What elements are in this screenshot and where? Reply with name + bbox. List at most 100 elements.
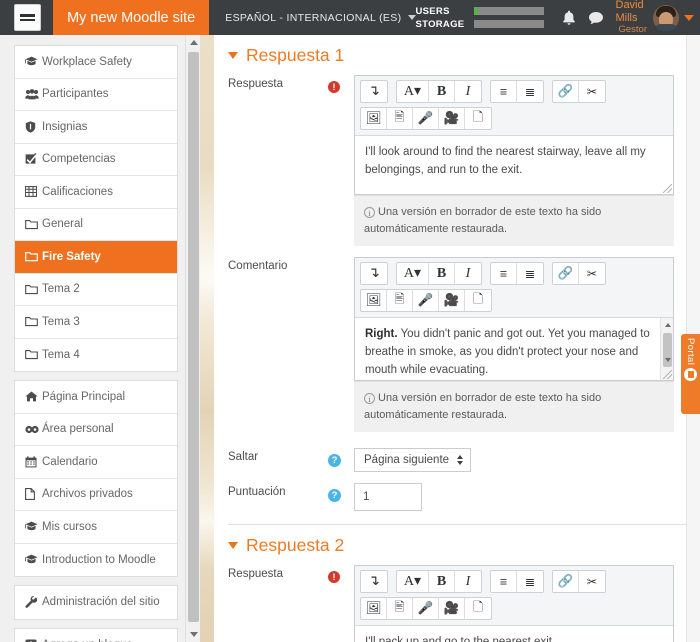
bullet-list-icon[interactable]: ≡ — [491, 81, 517, 102]
resize-handle[interactable] — [663, 184, 672, 193]
image-icon[interactable]: 🖼 — [361, 108, 387, 129]
editor-textarea[interactable]: I'll look around to find the nearest sta… — [355, 136, 673, 194]
media-file-icon[interactable]: 🖹 — [387, 290, 413, 311]
sidebar-scrollbar-thumb[interactable] — [188, 52, 199, 622]
font-style-icon[interactable]: A▾ — [397, 81, 429, 102]
chevron-down-icon[interactable] — [684, 14, 694, 21]
italic-icon[interactable]: I — [455, 263, 481, 284]
sidebar-item-insignias[interactable]: Insignias — [15, 111, 177, 144]
sidebar-item-workplace-safety[interactable]: Workplace Safety — [15, 46, 177, 79]
field-control: Página siguiente — [354, 448, 700, 472]
undo-icon[interactable]: ↴ — [361, 571, 387, 592]
sidebar-item-tema-3[interactable]: Tema 3 — [15, 306, 177, 339]
sidebar-item-general[interactable]: General — [15, 209, 177, 241]
chat-bubble-icon[interactable] — [588, 11, 604, 25]
manage-files-icon[interactable]: 🗋 — [465, 598, 491, 619]
language-selector[interactable]: ESPAÑOL - INTERNACIONAL (ES) — [225, 12, 416, 24]
image-icon[interactable]: 🖼 — [361, 598, 387, 619]
microphone-icon[interactable]: 🎤 — [413, 108, 439, 129]
resize-handle[interactable] — [663, 370, 672, 379]
score-input[interactable] — [354, 483, 422, 511]
collapse-triangle-icon[interactable] — [228, 52, 238, 59]
rich-text-editor[interactable]: ↴ A▾ B I ≡ ≣ � — [354, 75, 674, 195]
italic-icon[interactable]: I — [455, 81, 481, 102]
unlink-icon[interactable]: ✂ — [579, 571, 605, 592]
navbar-icons — [562, 10, 604, 26]
sidebar-item-fire-safety[interactable]: Fire Safety — [15, 241, 177, 274]
manage-files-icon[interactable]: 🗋 — [465, 290, 491, 311]
numbered-list-icon[interactable]: ≣ — [517, 571, 543, 592]
sidebar-item-agrega-un-bloque[interactable]: Agrega un bloque — [15, 629, 177, 642]
site-brand-link[interactable]: My new Moodle site — [53, 0, 210, 35]
unlink-icon[interactable]: ✂ — [579, 81, 605, 102]
sidebar-item-label: Participantes — [42, 88, 109, 101]
sidebar-item-mis-cursos[interactable]: Mis cursos — [15, 511, 177, 544]
toolbar-group-media: 🖼 🖹 🎤 🎥 🗋 — [360, 597, 492, 620]
undo-icon[interactable]: ↴ — [361, 263, 387, 284]
bell-icon[interactable] — [562, 10, 576, 26]
help-icon[interactable]: ? — [328, 489, 341, 502]
bold-icon[interactable]: B — [429, 81, 455, 102]
section-header-respuesta-2[interactable]: Respuesta 2 — [228, 535, 700, 556]
scroll-up-arrow-icon[interactable] — [186, 35, 201, 50]
sidebar-item-tema-4[interactable]: Tema 4 — [15, 339, 177, 372]
collapse-triangle-icon[interactable] — [228, 542, 238, 549]
sidebar-item-competencias[interactable]: Competencias — [15, 144, 177, 176]
bullet-list-icon[interactable]: ≡ — [491, 571, 517, 592]
microphone-icon[interactable]: 🎤 — [413, 598, 439, 619]
rich-text-editor[interactable]: ↴ A▾ B I ≡ ≣ � — [354, 565, 674, 642]
sidebar-item-pagina-principal[interactable]: Página Principal — [15, 381, 177, 414]
font-style-icon[interactable]: A▾ — [397, 263, 429, 284]
toolbar-group-format: A▾ B I — [396, 570, 482, 593]
scroll-up-arrow-icon[interactable] — [661, 318, 674, 331]
sidebar-item-label: Calendario — [42, 455, 98, 468]
sidebar-item-area-personal[interactable]: Área personal — [15, 414, 177, 446]
editor-textarea[interactable]: I'll pack up and go to the nearest exit. — [355, 626, 673, 642]
section-header-respuesta-1[interactable]: Respuesta 1 — [228, 45, 700, 66]
image-icon[interactable]: 🖼 — [361, 290, 387, 311]
link-icon[interactable]: 🔗 — [553, 81, 579, 102]
bold-icon[interactable]: B — [429, 263, 455, 284]
portal-side-tab[interactable]: Portal — [681, 334, 700, 414]
numbered-list-icon[interactable]: ≣ — [517, 263, 543, 284]
field-required-marker: ! — [328, 75, 354, 246]
italic-icon[interactable]: I — [455, 571, 481, 592]
media-file-icon[interactable]: 🖹 — [387, 598, 413, 619]
sidebar-item-label: Insignias — [42, 120, 88, 133]
undo-icon[interactable]: ↴ — [361, 81, 387, 102]
sidebar-item-calificaciones[interactable]: Calificaciones — [15, 176, 177, 209]
sidebar-item-tema-2[interactable]: Tema 2 — [15, 274, 177, 306]
jump-select[interactable]: Página siguiente — [354, 448, 472, 472]
hamburger-icon[interactable] — [14, 4, 42, 31]
bullet-list-icon[interactable]: ≡ — [491, 263, 517, 284]
sidebar-scrollbar[interactable] — [185, 35, 200, 642]
editor-text-bold: Right. — [365, 328, 398, 340]
help-icon[interactable]: ? — [328, 454, 341, 467]
editor-textarea[interactable]: Right. You didn't panic and got out. Yet… — [355, 318, 673, 380]
sidebar-group-admin: Administración del sitio — [14, 585, 178, 620]
video-camera-icon[interactable]: 🎥 — [439, 108, 465, 129]
avatar[interactable] — [653, 4, 679, 31]
media-file-icon[interactable]: 🖹 — [387, 108, 413, 129]
sidebar-item-participantes[interactable]: Participantes — [15, 79, 177, 111]
scroll-down-arrow-icon[interactable] — [661, 353, 674, 366]
unlink-icon[interactable]: ✂ — [579, 263, 605, 284]
bold-icon[interactable]: B — [429, 571, 455, 592]
microphone-icon[interactable]: 🎤 — [413, 290, 439, 311]
toolbar-row-2: 🖼 🖹 🎤 🎥 🗋 — [360, 289, 668, 312]
sidebar-item-archivos-privados[interactable]: Archivos privados — [15, 479, 177, 511]
sidebar-item-introduction-to-moodle[interactable]: Introduction to Moodle — [15, 544, 177, 577]
sidebar-item-administracion-del-sitio[interactable]: Administración del sitio — [15, 586, 177, 619]
user-menu[interactable]: David Mills Gestor — [616, 0, 694, 36]
font-style-icon[interactable]: A▾ — [397, 571, 429, 592]
link-icon[interactable]: 🔗 — [553, 263, 579, 284]
link-icon[interactable]: 🔗 — [553, 571, 579, 592]
rich-text-editor[interactable]: ↴ A▾ B I ≡ ≣ � — [354, 257, 674, 381]
video-camera-icon[interactable]: 🎥 — [439, 598, 465, 619]
numbered-list-icon[interactable]: ≣ — [517, 81, 543, 102]
sidebar-item-calendario[interactable]: Calendario — [15, 446, 177, 479]
required-icon: ! — [328, 81, 340, 93]
manage-files-icon[interactable]: 🗋 — [465, 108, 491, 129]
video-camera-icon[interactable]: 🎥 — [439, 290, 465, 311]
scroll-down-arrow-icon[interactable] — [186, 627, 201, 642]
